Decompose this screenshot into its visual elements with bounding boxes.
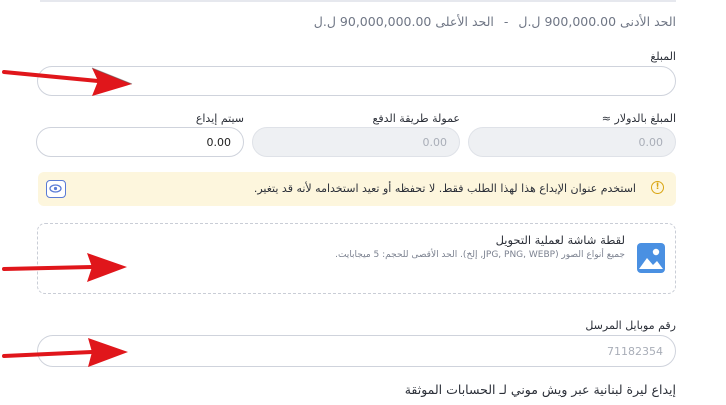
min-limit-value: 900,000.00 ل.ل: [518, 14, 617, 29]
amount-label: المبلغ: [650, 50, 676, 63]
annotation-arrow-icon: [2, 338, 128, 367]
annotation-arrow-icon: [2, 67, 133, 96]
eye-icon[interactable]: [46, 180, 66, 198]
min-limit-label: الحد الأدنى: [620, 14, 676, 29]
notice-text: استخدم عنوان الإيداع هذا لهذا الطلب فقط.…: [253, 182, 636, 195]
info-icon: !: [651, 181, 664, 194]
limits-row: الحد الأدنى 900,000.00 ل.ل - الحد الأعلى…: [314, 14, 676, 29]
upload-title: لقطة شاشة لعملية التحويل: [495, 233, 625, 247]
usd-amount-input: [468, 127, 676, 157]
deposit-label: سيتم إيداع: [195, 112, 244, 125]
limits-separator: -: [503, 14, 509, 29]
sender-mobile-label: رقم موبايل المرسل: [585, 319, 676, 332]
fee-input: [252, 127, 460, 157]
image-icon: [636, 242, 666, 274]
max-limit-label: الحد الأعلى: [435, 14, 494, 29]
reuse-warning-notice: ! استخدم عنوان الإيداع هذا لهذا الطلب فق…: [38, 172, 676, 206]
deposit-amount-input[interactable]: [36, 127, 244, 157]
upload-subtitle: جميع أنواع الصور (JPG, PNG, WEBP, إلخ). …: [335, 250, 625, 260]
top-divider: [40, 0, 676, 2]
fee-label: عمولة طريقة الدفع: [372, 112, 461, 125]
max-limit-value: 90,000,000.00 ل.ل: [313, 14, 432, 29]
section-heading: إيداع ليرة لبنانية عبر ويش موني لـ الحسا…: [404, 382, 676, 397]
annotation-arrow-icon: [2, 253, 127, 282]
usd-amount-label: المبلغ بالدولار ≈: [601, 112, 676, 125]
